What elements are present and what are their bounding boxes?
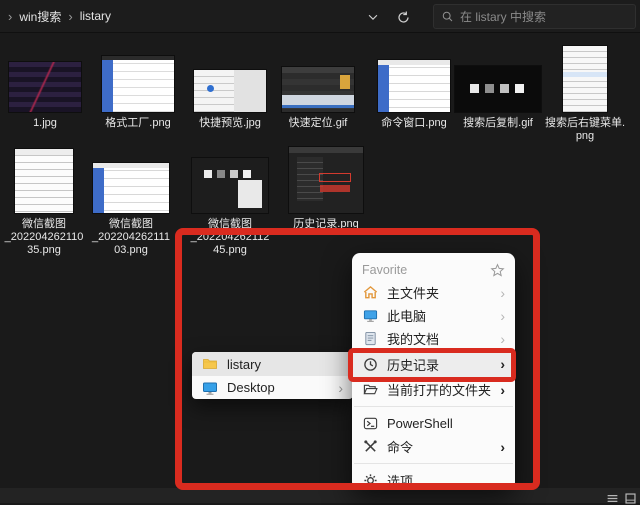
open-folder-icon — [362, 382, 378, 398]
file-name: 历史记录.png — [276, 218, 376, 231]
file-name: 快捷预览.jpg — [186, 117, 274, 130]
file-thumbnail — [455, 66, 541, 112]
file-thumbnail — [9, 62, 81, 112]
file-item[interactable]: 1.jpg — [1, 50, 89, 130]
menu-item-label: 我的文档 — [387, 329, 439, 348]
file-thumbnail — [93, 163, 169, 213]
folder-icon — [202, 356, 218, 372]
file-name: 微信截图_20220426211103.png — [87, 218, 175, 257]
file-item[interactable]: 历史记录.png — [276, 150, 376, 231]
search-input[interactable] — [460, 10, 628, 24]
submenu-item-label: listary — [227, 357, 261, 372]
file-item[interactable]: 微信截图_20220426211103.png — [87, 150, 175, 257]
menu-item-label: 主文件夹 — [387, 283, 439, 302]
powershell-icon — [362, 416, 378, 432]
menu-item-label: 此电脑 — [387, 306, 426, 325]
listary-context-menu: Favorite 主文件夹 › 此电脑 › 我的文档 › — [352, 253, 515, 490]
file-name: 搜索后右键菜单.png — [535, 117, 635, 143]
menu-item-powershell[interactable]: PowerShell — [352, 412, 515, 435]
menu-item-home-folder[interactable]: 主文件夹 › — [352, 281, 515, 304]
file-thumbnail — [563, 46, 607, 112]
status-bar — [0, 488, 640, 503]
breadcrumb-item-win-search[interactable]: win搜索 — [19, 8, 61, 25]
refresh-icon — [396, 10, 411, 25]
menu-separator — [354, 406, 513, 407]
address-dropdown-button[interactable] — [362, 6, 384, 28]
file-item[interactable]: 微信截图_20220426211035.png — [0, 150, 88, 257]
submenu-chevron-icon: › — [500, 308, 505, 324]
file-name: 命令窗口.png — [370, 117, 458, 130]
toolbar: › win搜索 › listary — [0, 0, 640, 33]
file-thumbnail — [282, 67, 354, 112]
chevron-down-icon — [366, 10, 380, 24]
gear-icon — [362, 473, 378, 489]
menu-item-my-documents[interactable]: 我的文档 › — [352, 327, 515, 350]
breadcrumb-chevron-icon: › — [68, 9, 72, 24]
file-item[interactable]: 快速定位.gif — [274, 50, 362, 130]
breadcrumb-root-chevron-icon: › — [8, 9, 12, 24]
file-item[interactable]: 快捷预览.jpg — [186, 50, 274, 130]
submenu-chevron-icon: › — [500, 439, 505, 455]
file-name: 1.jpg — [1, 117, 89, 130]
menu-item-label: 选项 — [387, 471, 413, 490]
file-name: 格式工厂.png — [94, 117, 182, 130]
submenu-item-desktop[interactable]: Desktop › — [192, 376, 353, 399]
file-thumbnail — [15, 149, 73, 213]
view-list-icon[interactable] — [606, 492, 619, 505]
menu-item-label: 命令 — [387, 437, 413, 456]
file-thumbnail — [192, 158, 268, 213]
search-icon — [441, 10, 454, 23]
home-icon — [362, 285, 378, 301]
menu-separator — [354, 463, 513, 464]
menu-header-favorite: Favorite — [352, 259, 515, 281]
breadcrumb: › win搜索 › listary — [0, 8, 111, 25]
submenu-chevron-icon: › — [500, 356, 505, 372]
view-thumbnails-icon[interactable] — [624, 492, 637, 505]
star-icon[interactable] — [490, 263, 505, 278]
file-thumbnail — [194, 70, 266, 112]
refresh-button[interactable] — [392, 6, 414, 28]
submenu-chevron-icon: › — [500, 382, 505, 398]
menu-item-label: PowerShell — [387, 416, 453, 431]
file-item[interactable]: 微信截图_20220426211245.png — [186, 150, 274, 257]
file-item[interactable]: 格式工厂.png — [94, 50, 182, 130]
submenu-chevron-icon: › — [338, 380, 343, 396]
file-name: 微信截图_20220426211035.png — [0, 218, 88, 257]
file-name: 快速定位.gif — [274, 117, 362, 130]
tools-icon — [362, 439, 378, 455]
menu-item-label: 当前打开的文件夹 — [387, 380, 491, 399]
submenu-item-listary[interactable]: listary — [192, 352, 353, 376]
menu-item-commands[interactable]: 命令 › — [352, 435, 515, 458]
menu-item-this-pc[interactable]: 此电脑 › — [352, 304, 515, 327]
desktop-icon — [202, 380, 218, 396]
menu-item-history[interactable]: 历史记录 › — [352, 350, 515, 378]
file-explorer-window: › win搜索 › listary 1.jpg 格式工厂.png 快捷预览.jp… — [0, 0, 640, 503]
document-icon — [362, 331, 378, 347]
file-item[interactable]: 搜索后复制.gif — [454, 50, 542, 130]
menu-item-label: 历史记录 — [387, 355, 439, 374]
breadcrumb-item-listary[interactable]: listary — [80, 9, 111, 23]
search-box[interactable] — [433, 4, 636, 29]
submenu-item-label: Desktop — [227, 380, 275, 395]
file-thumbnail — [378, 60, 450, 112]
history-submenu: listary Desktop › — [192, 352, 353, 399]
computer-icon — [362, 308, 378, 324]
clock-icon — [362, 356, 378, 372]
submenu-chevron-icon: › — [500, 285, 505, 301]
file-name: 搜索后复制.gif — [454, 117, 542, 130]
menu-item-current-open-folders[interactable]: 当前打开的文件夹 › — [352, 378, 515, 401]
file-item[interactable]: 命令窗口.png — [370, 50, 458, 130]
menu-item-options[interactable]: 选项 — [352, 469, 515, 492]
submenu-chevron-icon: › — [500, 331, 505, 347]
file-name: 微信截图_20220426211245.png — [186, 218, 274, 257]
menu-header-label: Favorite — [362, 263, 407, 277]
file-thumbnail — [102, 56, 174, 112]
file-item[interactable]: 搜索后右键菜单.png — [535, 50, 635, 143]
file-thumbnail — [289, 147, 363, 213]
